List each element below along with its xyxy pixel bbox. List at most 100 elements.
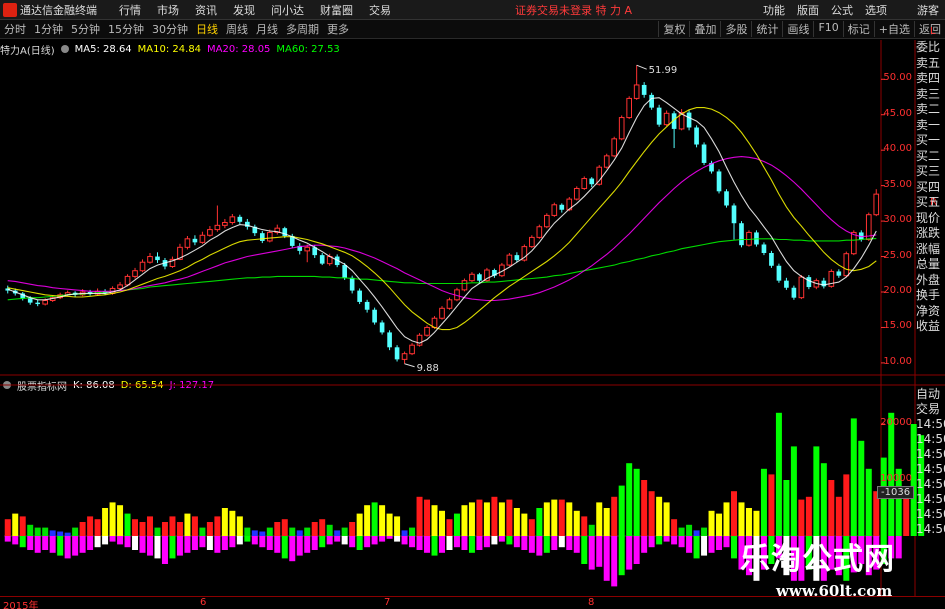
indicator-bar-pos <box>117 505 124 536</box>
indicator-bar-pos <box>850 418 857 536</box>
indicator-bar-neg <box>176 536 183 556</box>
indicator-bar-pos <box>147 516 153 536</box>
indicator-bar-pos <box>865 468 872 536</box>
indicator-bar-neg <box>259 536 266 548</box>
candle-body <box>461 280 468 291</box>
indicator-bar-neg <box>521 536 528 550</box>
indicator-bar-neg <box>132 536 139 550</box>
indicator-bar-neg <box>431 536 438 556</box>
indicator-bar-neg <box>588 536 595 570</box>
indicator-bar-neg <box>124 536 131 548</box>
indicator-bar-pos <box>401 530 408 536</box>
indicator-bar-neg <box>483 536 490 548</box>
trade-field-label: 自动 <box>916 387 941 401</box>
quote-field-label: 总量 <box>916 257 941 271</box>
quote-field-label: 卖五 <box>916 55 941 70</box>
indicator-bar-neg <box>79 536 86 553</box>
indicator-bar-neg <box>536 536 543 556</box>
date-label: 8 <box>588 597 595 608</box>
chart-canvas[interactable]: 51.99 9.88 <box>0 0 945 609</box>
indicator-bar-pos <box>588 524 595 536</box>
indicator-bar-neg <box>663 536 670 542</box>
quote-field-label: 卖一 <box>916 117 941 132</box>
indicator-bar-pos <box>678 527 685 536</box>
indicator-bar-pos <box>633 468 640 536</box>
indicator-bar-pos <box>476 499 483 536</box>
candle-body <box>372 309 377 323</box>
indicator-bar-neg <box>379 536 386 542</box>
price-tick-label: 35.00 <box>883 178 912 190</box>
indicator-bar-pos <box>581 516 588 536</box>
indicator-bar-neg <box>416 536 423 550</box>
high-label: 51.99 <box>649 65 678 76</box>
quote-field-label: 买三 <box>916 164 941 178</box>
candle-body <box>536 226 543 238</box>
indicator-bar-pos <box>184 513 191 536</box>
candle-body <box>439 307 445 319</box>
indicator-bar-pos <box>701 527 708 536</box>
indicator-bar-pos <box>251 530 258 536</box>
candle-body <box>843 253 850 277</box>
indicator-bar-pos <box>206 522 213 536</box>
indicator-bar-neg <box>461 536 468 550</box>
candle-body <box>469 273 475 282</box>
indicator-bar-neg <box>251 536 258 545</box>
watermark: 乐淘公式网 www.60lt.com <box>720 528 945 609</box>
indicator-bar-pos <box>656 496 663 536</box>
indicator-bar-pos <box>775 412 782 536</box>
indicator-bar-pos <box>551 499 558 536</box>
indicator-bar-pos <box>296 530 303 536</box>
indicator-bar-neg <box>693 536 700 559</box>
indicator-bar-neg <box>4 536 11 542</box>
indicator-bar-pos <box>671 519 678 536</box>
candle-body <box>611 138 618 157</box>
candle-body <box>214 224 221 231</box>
side-panel-tag-top: L <box>930 26 936 37</box>
indicator-bar-pos <box>446 519 453 536</box>
indicator-tick-label: 20000 <box>880 417 912 428</box>
candle-body <box>626 97 633 119</box>
indicator-bar-neg <box>626 536 633 570</box>
candle-body <box>791 287 797 298</box>
indicator-bar-neg <box>184 536 191 553</box>
indicator-bar-neg <box>221 536 228 550</box>
indicator-bar-pos <box>693 530 700 536</box>
indicator-bar-neg <box>596 536 603 567</box>
candle-body <box>387 332 392 348</box>
quote-field-label: 涨幅 <box>916 241 941 256</box>
indicator-bar-neg <box>304 536 311 553</box>
indicator-bar-pos <box>266 527 273 536</box>
indicator-bar-pos <box>416 496 423 536</box>
candle-body <box>694 127 699 145</box>
indicator-bar-pos <box>543 502 550 536</box>
indicator-bar-neg <box>117 536 124 545</box>
indicator-bar-pos <box>161 522 168 536</box>
indicator-bar-neg <box>102 536 109 545</box>
indicator-bar-pos <box>558 499 565 536</box>
indicator-bar-neg <box>708 536 715 553</box>
candle-body <box>42 300 49 305</box>
date-label: 2015年 <box>3 601 39 609</box>
indicator-bar-neg <box>498 536 505 542</box>
indicator-bar-pos <box>648 491 655 536</box>
candle-body <box>35 302 41 305</box>
indicator-bar-neg <box>57 536 64 556</box>
indicator-bar-pos <box>528 519 535 536</box>
candle-body <box>259 233 265 241</box>
indicator-bar-neg <box>161 536 168 564</box>
candle-body <box>798 276 805 299</box>
indicator-bar-neg <box>49 536 56 553</box>
candle-body <box>424 326 430 336</box>
indicator-bar-pos <box>244 527 251 536</box>
indicator-bar-neg <box>633 536 640 564</box>
ma10-line <box>7 107 877 331</box>
indicator-bar-pos <box>169 516 176 536</box>
indicator-bar-pos <box>229 510 236 536</box>
trade-field-label: 14:50 <box>916 492 945 506</box>
indicator-bar-neg <box>491 536 498 545</box>
indicator-bar-neg <box>671 536 678 545</box>
candle-body <box>776 265 782 281</box>
candle-body <box>581 178 588 189</box>
indicator-bar-neg <box>386 536 393 539</box>
indicator-bar-pos <box>326 524 333 536</box>
